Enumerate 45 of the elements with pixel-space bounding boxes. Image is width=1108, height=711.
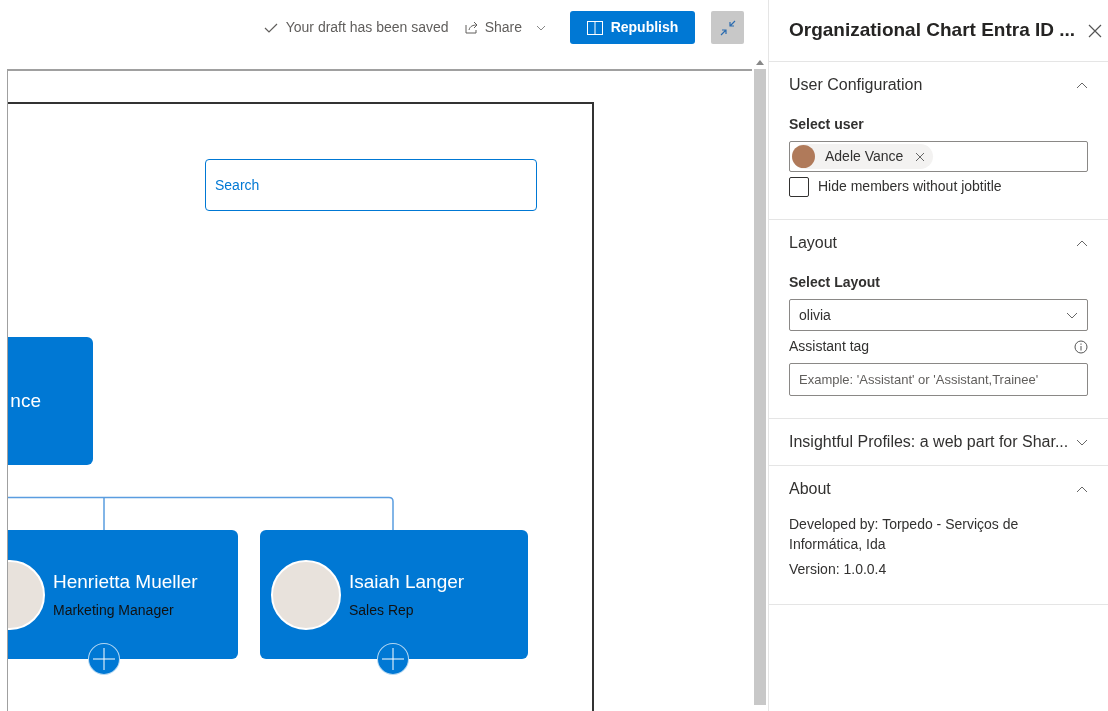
chevron-icon <box>1066 311 1078 319</box>
people-picker[interactable]: Adele Vance <box>789 141 1088 172</box>
remove-icon[interactable] <box>915 151 926 162</box>
close-icon <box>1088 23 1102 38</box>
share-button[interactable]: Share <box>464 17 546 38</box>
save-status: Your draft has been saved <box>285 18 449 37</box>
about-text: Developed by: Torpedo - Serviços de Informática, Ida <box>789 515 1020 554</box>
assistant-tag-field[interactable]: Example: 'Assistant' or 'Assistant,Trainee' <box>789 363 1088 396</box>
section-header[interactable]: User Configuration <box>789 62 1088 108</box>
search-field[interactable]: Search <box>205 159 537 211</box>
field-label: Select Layout <box>789 273 882 292</box>
section-header[interactable]: Insightful Profiles: a web part for Shar... <box>789 419 1088 465</box>
person-chip[interactable]: Adele Vance <box>792 144 934 169</box>
close-button[interactable] <box>1088 22 1104 39</box>
checkbox[interactable] <box>789 176 809 197</box>
section-header[interactable]: About <box>789 466 1088 512</box>
section-header[interactable]: Layout <box>789 220 1088 266</box>
job-title: Sales Rep <box>349 601 415 621</box>
info-icon[interactable] <box>1074 339 1088 354</box>
checkbox-label: Hide members without jobtitle <box>818 177 1002 196</box>
caret-icon <box>536 24 546 31</box>
field-label: Assistant tag <box>789 337 870 356</box>
layout-dropdown[interactable]: olivia <box>789 299 1088 331</box>
plus-icon <box>93 648 115 670</box>
share-icon <box>464 21 479 34</box>
person-name: Isaiah Langer <box>349 569 465 594</box>
org-chart-node[interactable]: Henrietta Mueller Marketing Manager <box>8 530 238 659</box>
about-text: Version: 1.0.0.4 <box>789 560 888 579</box>
plus-icon <box>382 648 404 670</box>
field-label: Select user <box>789 115 865 134</box>
book-icon <box>586 20 603 35</box>
chevron-icon <box>1076 437 1088 447</box>
scrollbar-thumb[interactable] <box>754 69 766 705</box>
collapse-icon <box>719 19 736 36</box>
avatar <box>792 145 815 168</box>
chevron-icon <box>1076 238 1088 248</box>
org-chart-node[interactable]: Isaiah Langer Sales Rep <box>260 530 528 659</box>
checkmark-icon <box>263 22 278 33</box>
chevron-icon <box>1076 80 1088 90</box>
chevron-icon <box>1076 484 1088 494</box>
republish-button[interactable]: Republish <box>570 11 695 44</box>
job-title: Marketing Manager <box>53 601 175 621</box>
person-name: Henrietta Mueller <box>53 569 198 594</box>
panel-title: Organizational Chart Entra ID ... <box>789 18 1076 43</box>
org-chart-node[interactable]: nce <box>8 337 93 465</box>
